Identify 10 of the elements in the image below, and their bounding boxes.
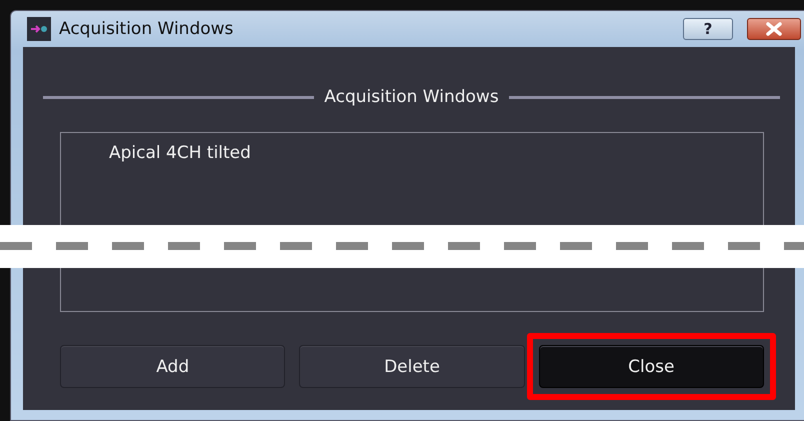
close-icon — [765, 22, 783, 36]
dialog-button[interactable]: Add — [60, 345, 286, 388]
help-button[interactable]: ? — [683, 18, 733, 40]
list-item[interactable]: Apical 4CH tilted — [107, 143, 253, 163]
window-title: Acquisition Windows — [59, 19, 234, 39]
close-button[interactable] — [747, 18, 801, 40]
group-title: Acquisition Windows — [324, 87, 499, 107]
dialog-button[interactable]: Close — [538, 345, 764, 388]
app-icon — [27, 17, 51, 41]
dialog-button[interactable]: Delete — [299, 345, 525, 388]
